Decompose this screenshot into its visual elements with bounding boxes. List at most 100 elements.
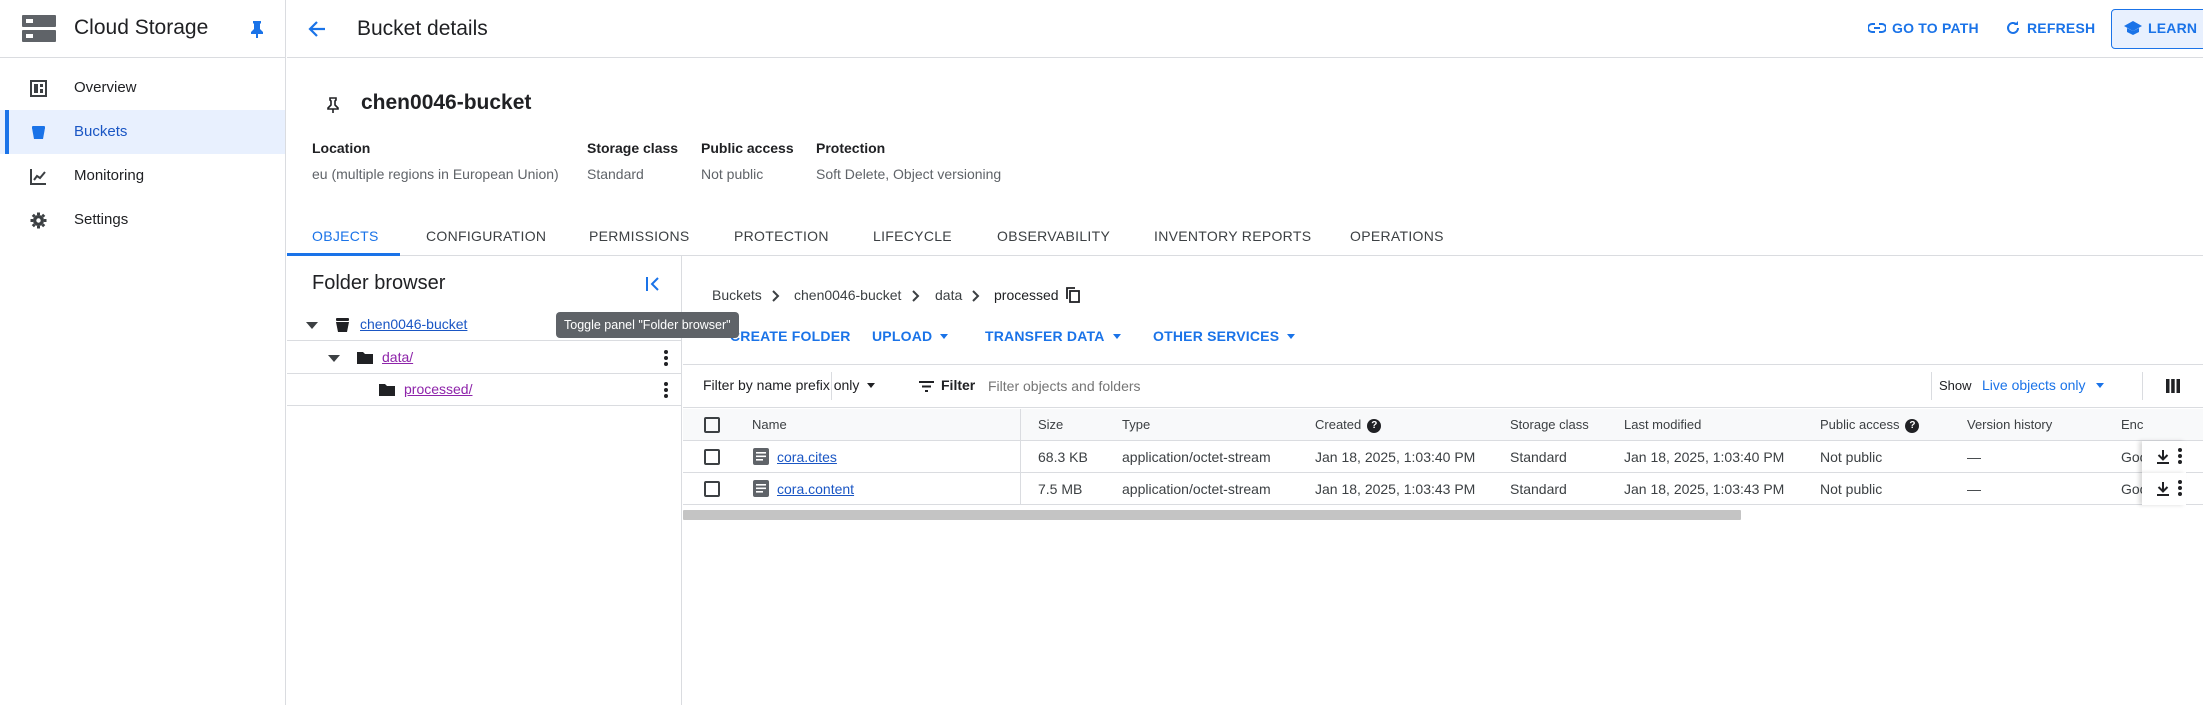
copy-icon[interactable]: [1066, 287, 1080, 303]
tree-row-data[interactable]: data/: [287, 342, 682, 374]
table-row[interactable]: cora.content 7.5 MB application/octet-st…: [683, 473, 2203, 505]
more-options-icon[interactable]: [663, 382, 669, 400]
school-icon: [2124, 21, 2142, 35]
column-resizer[interactable]: [1020, 409, 1021, 440]
object-version-history: —: [1967, 449, 1981, 465]
page-title: Bucket details: [357, 17, 488, 40]
collapse-panel-icon[interactable]: [642, 273, 664, 295]
breadcrumb-bucket[interactable]: chen0046-bucket: [794, 287, 901, 303]
more-options-icon[interactable]: [2177, 480, 2183, 498]
object-name-link[interactable]: cora.content: [777, 481, 854, 497]
column-public-access-label: Public access: [1820, 417, 1900, 432]
column-created[interactable]: Created?: [1315, 417, 1382, 433]
tree-link-bucket[interactable]: chen0046-bucket: [360, 316, 467, 332]
learn-content: LEARN: [2124, 20, 2197, 36]
link-icon: [1868, 23, 1886, 33]
column-type[interactable]: Type: [1122, 417, 1150, 432]
filter-bar: Filter by name prefix only Filter Show L…: [683, 364, 2203, 408]
horizontal-scrollbar[interactable]: [683, 510, 1741, 520]
show-objects-dropdown[interactable]: Live objects only: [1982, 377, 2104, 393]
row-checkbox[interactable]: [704, 481, 720, 497]
object-last-modified: Jan 18, 2025, 1:03:43 PM: [1624, 481, 1785, 497]
more-options-icon[interactable]: [663, 350, 669, 368]
filter-icon: [919, 381, 934, 392]
object-created: Jan 18, 2025, 1:03:43 PM: [1315, 481, 1476, 497]
help-icon[interactable]: ?: [1905, 418, 1920, 433]
column-public-access[interactable]: Public access?: [1820, 417, 1920, 433]
sidebar-item-monitoring[interactable]: Monitoring: [0, 154, 285, 198]
object-public-access: Not public: [1820, 481, 1883, 497]
select-all-checkbox[interactable]: [704, 417, 720, 433]
column-name[interactable]: Name: [752, 417, 787, 432]
tree-link-data[interactable]: data/: [382, 349, 413, 365]
help-icon[interactable]: ?: [1367, 418, 1382, 433]
folder-icon: [379, 384, 395, 396]
tree-link-processed[interactable]: processed/: [404, 381, 472, 397]
column-encryption[interactable]: Enc: [2121, 417, 2143, 432]
tab-operations[interactable]: OPERATIONS: [1350, 228, 1444, 244]
page-header: Bucket details GO TO PATH REFRESH LEARN: [287, 0, 2203, 58]
filter-input[interactable]: [988, 375, 1888, 397]
expand-triangle-icon[interactable]: [306, 322, 318, 329]
breadcrumb-buckets[interactable]: Buckets: [712, 287, 762, 303]
dropdown-caret-icon: [1112, 333, 1121, 339]
more-options-icon[interactable]: [2177, 448, 2183, 466]
object-storage-class: Standard: [1510, 449, 1567, 465]
pin-outline-icon[interactable]: [325, 96, 341, 114]
download-icon[interactable]: [2156, 449, 2170, 465]
folder-icon: [357, 352, 373, 364]
sidebar-item-label: Settings: [74, 211, 129, 228]
tab-permissions[interactable]: PERMISSIONS: [589, 228, 690, 244]
dropdown-caret-icon: [867, 382, 876, 388]
row-checkbox[interactable]: [704, 449, 720, 465]
chevron-right-icon: [972, 290, 980, 302]
download-icon[interactable]: [2156, 481, 2170, 497]
upload-label: UPLOAD: [872, 328, 933, 344]
public-access-value: Not public: [701, 166, 764, 182]
column-display-icon[interactable]: [2166, 379, 2180, 393]
folder-browser-tooltip: Toggle panel "Folder browser": [556, 312, 739, 338]
sidebar-item-settings[interactable]: Settings: [0, 198, 285, 242]
go-to-path-label: GO TO PATH: [1892, 20, 1979, 36]
table-row[interactable]: cora.cites 68.3 KB application/octet-str…: [683, 441, 2203, 473]
go-to-path-button[interactable]: GO TO PATH: [1868, 20, 1979, 36]
tab-observability[interactable]: OBSERVABILITY: [997, 228, 1110, 244]
create-folder-button[interactable]: CREATE FOLDER: [730, 328, 851, 344]
sidebar-item-overview[interactable]: Overview: [0, 66, 285, 110]
tab-lifecycle[interactable]: LIFECYCLE: [873, 228, 952, 244]
create-folder-label: CREATE FOLDER: [730, 328, 851, 344]
protection-label: Protection: [816, 140, 886, 156]
breadcrumb-data[interactable]: data: [935, 287, 962, 303]
folder-browser-title: Folder browser: [312, 272, 446, 294]
object-name-link[interactable]: cora.cites: [777, 449, 837, 465]
show-label: Show: [1939, 378, 1972, 393]
other-services-label: OTHER SERVICES: [1153, 328, 1280, 344]
chart-icon: [30, 169, 46, 185]
tab-configuration[interactable]: CONFIGURATION: [426, 228, 546, 244]
pin-icon[interactable]: [249, 20, 265, 38]
column-storage-class[interactable]: Storage class: [1510, 417, 1589, 432]
sidebar-item-label: Monitoring: [74, 167, 145, 184]
object-type: application/octet-stream: [1122, 481, 1271, 497]
back-arrow-icon[interactable]: [306, 18, 328, 40]
column-resizer[interactable]: [1020, 441, 1021, 472]
expand-triangle-icon[interactable]: [328, 355, 340, 362]
dashboard-icon: [30, 80, 47, 97]
column-version-history[interactable]: Version history: [1967, 417, 2052, 432]
upload-button[interactable]: UPLOAD: [872, 328, 949, 344]
refresh-button[interactable]: REFRESH: [2005, 20, 2095, 36]
learn-button[interactable]: LEARN: [2111, 9, 2203, 49]
tab-inventory-reports[interactable]: INVENTORY REPORTS: [1154, 228, 1311, 244]
dropdown-caret-icon: [1287, 333, 1296, 339]
column-resizer[interactable]: [1020, 473, 1021, 504]
sidebar-item-buckets[interactable]: Buckets: [0, 110, 285, 154]
tab-objects[interactable]: OBJECTS: [312, 228, 379, 244]
tree-row-processed[interactable]: processed/: [287, 374, 682, 406]
column-size[interactable]: Size: [1038, 417, 1063, 432]
tab-protection[interactable]: PROTECTION: [734, 228, 829, 244]
other-services-button[interactable]: OTHER SERVICES: [1153, 328, 1296, 344]
column-last-modified[interactable]: Last modified: [1624, 417, 1701, 432]
filter-mode-dropdown[interactable]: Filter by name prefix only: [703, 377, 876, 393]
transfer-data-button[interactable]: TRANSFER DATA: [985, 328, 1121, 344]
bucket-name: chen0046-bucket: [361, 91, 532, 114]
